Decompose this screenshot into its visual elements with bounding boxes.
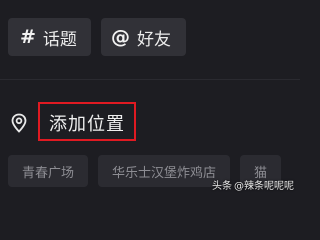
location-pin-icon[interactable]: [10, 113, 28, 133]
location-suggestion-chip[interactable]: 华乐士汉堡炸鸡店: [98, 155, 231, 187]
hash-icon: #: [20, 26, 36, 48]
add-location-button[interactable]: 添加位置: [49, 110, 125, 136]
hashtag-button[interactable]: # 话题: [8, 18, 91, 56]
watermark-handle: @辣条呢呢呢: [234, 181, 294, 192]
hashtag-label: 话题: [42, 29, 77, 50]
source-watermark: 头条 @辣条呢呢呢: [212, 177, 294, 192]
publish-screen: # 话题 @ 好友 添加位置 青春广场 华乐士汉堡炸鸡店 猫 头条 @辣条呢呢呢: [0, 0, 300, 200]
section-divider: [0, 79, 300, 80]
watermark-brand: 头条: [212, 181, 232, 192]
mention-friend-button[interactable]: @ 好友: [101, 18, 186, 56]
at-icon: @: [111, 26, 130, 48]
mention-friend-label: 好友: [137, 29, 171, 50]
location-suggestion-chip[interactable]: 青春广场: [8, 155, 89, 187]
